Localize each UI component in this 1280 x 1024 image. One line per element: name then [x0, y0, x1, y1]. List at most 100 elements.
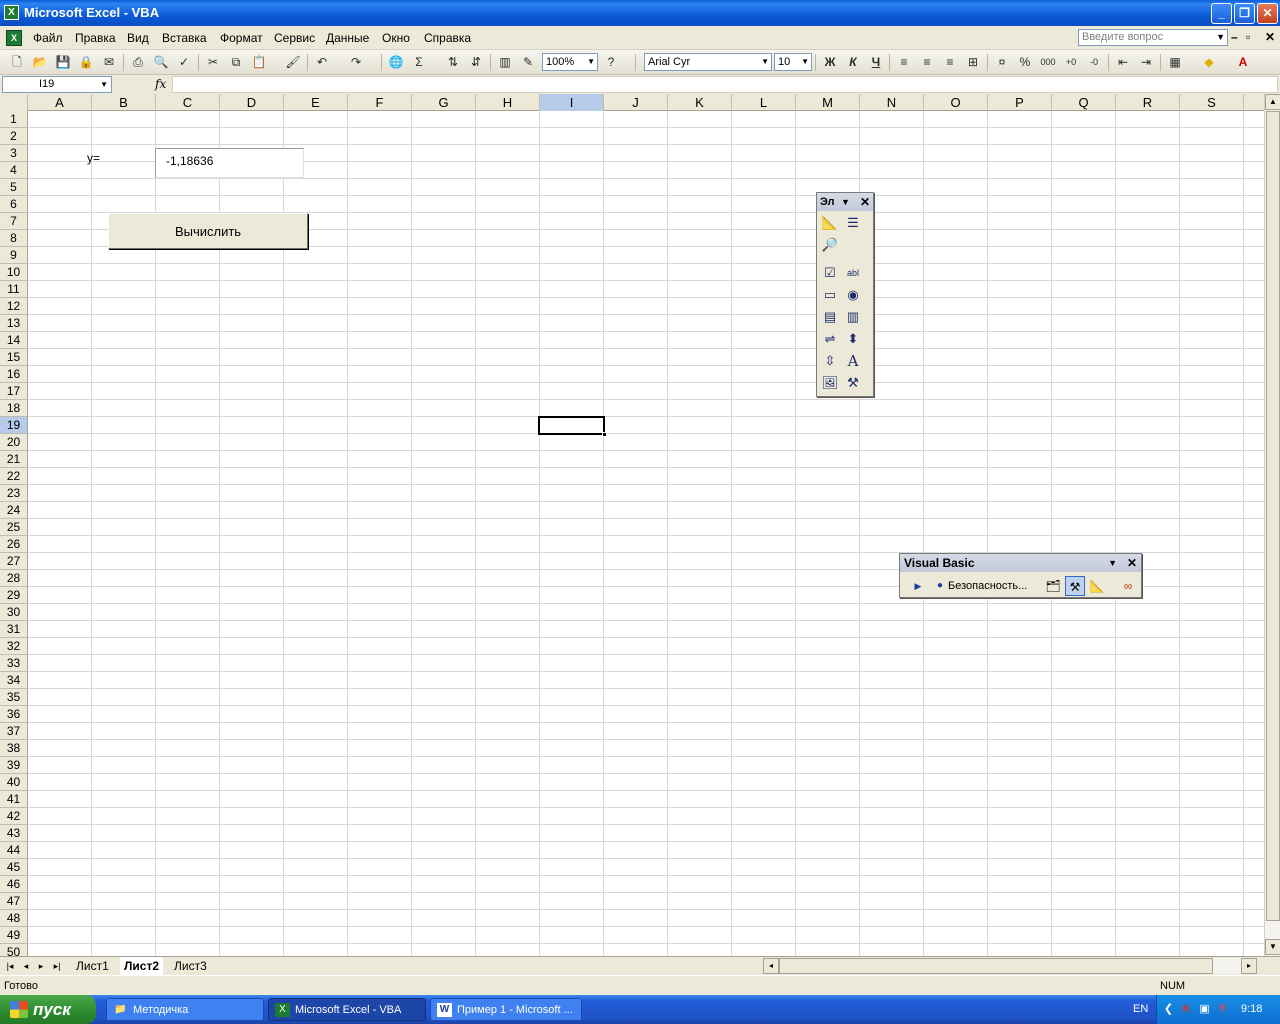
- row-header-27[interactable]: 27: [0, 553, 28, 570]
- redo-icon[interactable]: ↷: [347, 54, 365, 71]
- first-sheet-icon[interactable]: |◂: [4, 959, 16, 973]
- column-header-H[interactable]: H: [476, 94, 540, 111]
- chevron-down-icon[interactable]: ▼: [841, 193, 850, 211]
- row-header-36[interactable]: 36: [0, 706, 28, 723]
- start-button[interactable]: пуск: [0, 995, 96, 1024]
- chevron-down-icon[interactable]: ▼: [100, 77, 108, 92]
- row-header-31[interactable]: 31: [0, 621, 28, 638]
- format-painter-icon[interactable]: 🖌: [284, 54, 302, 71]
- worksheet[interactable]: ABCDEFGHIJKLMNOPQRS 1 2 3 4 5 6 7 8 9 10 11 12 13 14 1…: [0, 94, 1264, 956]
- column-header-K[interactable]: K: [668, 94, 732, 111]
- menu-insert[interactable]: Вставка: [162, 31, 207, 45]
- language-indicator[interactable]: EN: [1133, 1003, 1148, 1015]
- row-header-34[interactable]: 34: [0, 672, 28, 689]
- zoom-select[interactable]: 100% ▼: [542, 53, 598, 71]
- row-header-46[interactable]: 46: [0, 876, 28, 893]
- scroll-down-icon[interactable]: ▼: [1265, 939, 1280, 955]
- fx-icon[interactable]: fx: [155, 77, 166, 91]
- design-mode-icon[interactable]: 📐: [1087, 576, 1107, 596]
- scroll-right-icon[interactable]: ▸: [1241, 958, 1257, 974]
- cut-icon[interactable]: ✂: [204, 54, 222, 71]
- save-icon[interactable]: 💾: [54, 54, 72, 71]
- chevron-left-icon[interactable]: ❮: [1161, 1002, 1176, 1017]
- minimize-button[interactable]: _: [1211, 3, 1232, 24]
- menu-edit[interactable]: Правка: [75, 31, 116, 45]
- vb-editor-icon[interactable]: 🗂: [1043, 576, 1063, 596]
- close-icon[interactable]: ✕: [860, 193, 870, 211]
- chevron-down-icon[interactable]: ▼: [1108, 554, 1117, 572]
- doc-minimize-icon[interactable]: –: [1231, 30, 1238, 44]
- column-header-D[interactable]: D: [220, 94, 284, 111]
- row-header-39[interactable]: 39: [0, 757, 28, 774]
- chart-wizard-icon[interactable]: ▥: [496, 54, 514, 71]
- row-header-45[interactable]: 45: [0, 859, 28, 876]
- script-editor-icon[interactable]: ∞: [1118, 576, 1138, 596]
- row-header-7[interactable]: 7: [0, 213, 28, 230]
- sort-ascending-icon[interactable]: ⇅: [444, 54, 462, 71]
- security-button[interactable]: Безопасность...: [948, 576, 1033, 596]
- row-header-11[interactable]: 11: [0, 281, 28, 298]
- row-header-19[interactable]: 19: [0, 417, 28, 434]
- decrease-indent-icon[interactable]: ⇤: [1114, 54, 1132, 71]
- toggle-button-icon[interactable]: ⇌: [820, 329, 840, 349]
- textbox-control-icon[interactable]: abl: [843, 263, 863, 283]
- column-header-Q[interactable]: Q: [1052, 94, 1116, 111]
- row-header-48[interactable]: 48: [0, 910, 28, 927]
- row-header-49[interactable]: 49: [0, 927, 28, 944]
- column-header-P[interactable]: P: [988, 94, 1052, 111]
- active-cell[interactable]: [538, 416, 607, 437]
- label-control-icon[interactable]: A: [843, 351, 863, 371]
- row-header-5[interactable]: 5: [0, 179, 28, 196]
- image-control-icon[interactable]: 🖼: [820, 373, 840, 393]
- task-folder[interactable]: 📁 Методичка: [106, 998, 264, 1021]
- align-left-icon[interactable]: ≡: [895, 54, 913, 71]
- more-controls-icon[interactable]: ⚒: [843, 373, 863, 393]
- prev-sheet-icon[interactable]: ◂: [20, 959, 32, 973]
- next-sheet-icon[interactable]: ▸: [35, 959, 47, 973]
- chevron-down-icon[interactable]: ▼: [801, 54, 809, 70]
- close-button[interactable]: ✕: [1257, 3, 1278, 24]
- scrollbar-control-icon[interactable]: ⇳: [820, 351, 840, 371]
- font-size-select[interactable]: 10 ▼: [774, 53, 812, 71]
- checkbox-control-icon[interactable]: ☑: [820, 263, 840, 283]
- properties-icon[interactable]: ☰: [843, 213, 863, 233]
- menu-help[interactable]: Справка: [424, 31, 471, 45]
- close-icon[interactable]: ✕: [1127, 554, 1137, 572]
- column-header-N[interactable]: N: [860, 94, 924, 111]
- column-header-M[interactable]: M: [796, 94, 860, 111]
- vertical-scroll-thumb[interactable]: [1266, 111, 1280, 921]
- visual-basic-toolbar-header[interactable]: Visual Basic ▼ ✕: [900, 554, 1141, 572]
- row-header-32[interactable]: 32: [0, 638, 28, 655]
- row-header-4[interactable]: 4: [0, 162, 28, 179]
- print-icon[interactable]: ⎙: [129, 54, 147, 71]
- row-header-12[interactable]: 12: [0, 298, 28, 315]
- antivirus-icon[interactable]: K: [1179, 1002, 1194, 1017]
- column-header-F[interactable]: F: [348, 94, 412, 111]
- autosum-icon[interactable]: Σ: [410, 54, 428, 71]
- sort-descending-icon[interactable]: ⇵: [467, 54, 485, 71]
- controls-toolbox-header[interactable]: Эл ▼ ✕: [817, 193, 873, 211]
- percent-icon[interactable]: %: [1016, 54, 1034, 71]
- chevron-down-icon[interactable]: ▼: [587, 54, 595, 70]
- row-header-3[interactable]: 3: [0, 145, 28, 162]
- undo-icon[interactable]: ↶: [313, 54, 331, 71]
- scroll-up-icon[interactable]: ▲: [1265, 94, 1280, 110]
- document-icon[interactable]: X: [6, 30, 22, 46]
- run-macro-icon[interactable]: ▶: [908, 576, 928, 596]
- last-sheet-icon[interactable]: ▸|: [51, 959, 63, 973]
- column-header-J[interactable]: J: [604, 94, 668, 111]
- row-header-13[interactable]: 13: [0, 315, 28, 332]
- row-header-6[interactable]: 6: [0, 196, 28, 213]
- doc-close-icon[interactable]: ✕: [1265, 30, 1275, 44]
- paste-icon[interactable]: 📋: [250, 54, 268, 71]
- formula-input[interactable]: [172, 76, 1278, 93]
- thousands-icon[interactable]: 000: [1039, 54, 1057, 71]
- task-excel[interactable]: X Microsoft Excel - VBA: [268, 998, 426, 1021]
- scroll-left-icon[interactable]: ◂: [763, 958, 779, 974]
- column-header-O[interactable]: O: [924, 94, 988, 111]
- horizontal-scroll-thumb[interactable]: [779, 958, 1213, 974]
- excel-app-icon[interactable]: X: [4, 5, 19, 20]
- menu-tools[interactable]: Сервис: [274, 31, 315, 45]
- design-mode-icon[interactable]: 📐: [820, 213, 840, 233]
- row-header-41[interactable]: 41: [0, 791, 28, 808]
